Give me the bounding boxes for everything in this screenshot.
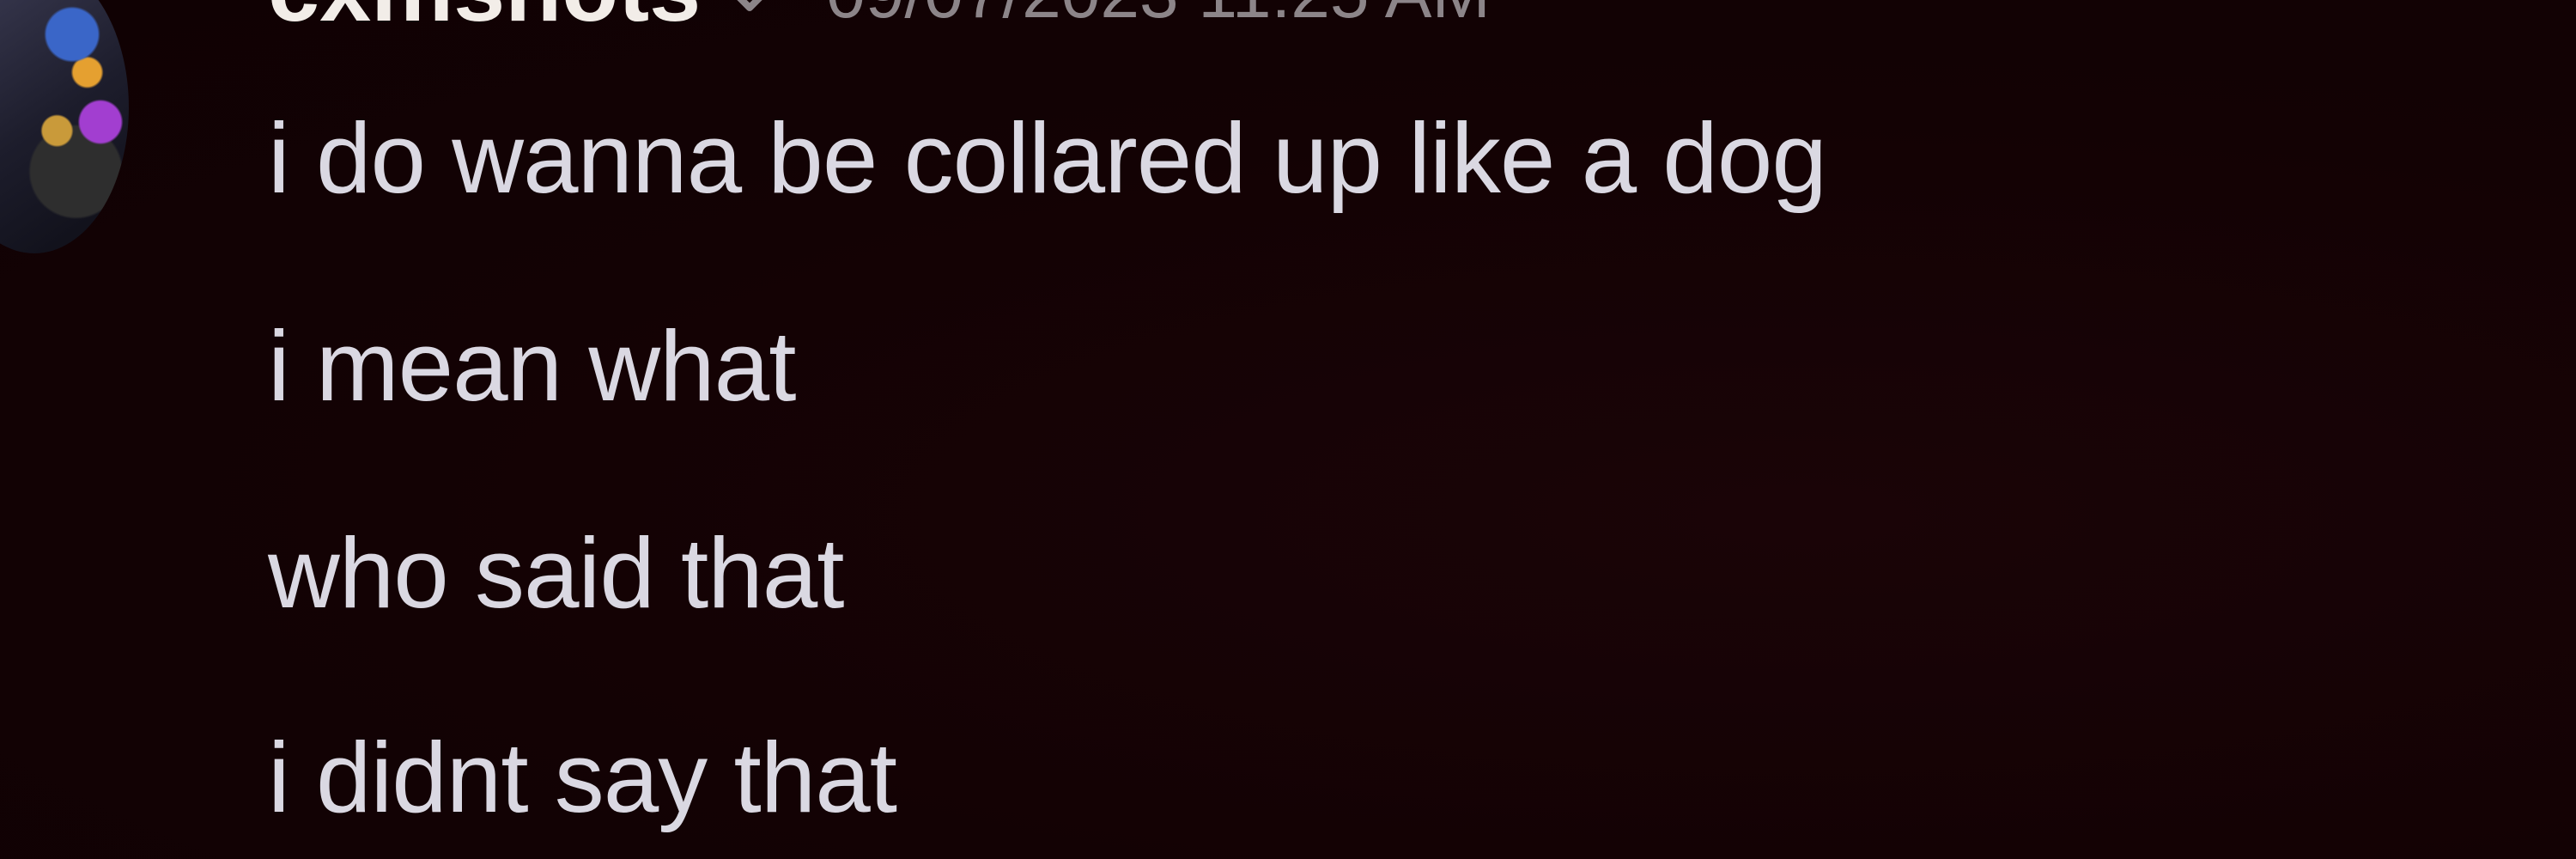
message-line: i do wanna be collared up like a dog — [268, 102, 1827, 214]
message-header: cxmshots 09/07/2023 11:25 AM — [268, 0, 2500, 53]
checkmark-icon-graphic — [737, 0, 762, 11]
checkmark-icon — [720, 0, 780, 26]
message-line: i didnt say that — [268, 722, 897, 833]
username[interactable]: cxmshots — [268, 0, 701, 35]
chat-panel: cxmshots 09/07/2023 11:25 AM i do wanna … — [0, 0, 2576, 859]
message-line: i mean what — [268, 310, 796, 422]
message-line: who said that — [268, 517, 845, 629]
user-avatar[interactable] — [0, 0, 129, 253]
message-group: cxmshots 09/07/2023 11:25 AM i do wanna … — [268, 0, 2500, 827]
message-timestamp: 09/07/2023 11:25 AM — [826, 0, 1491, 29]
